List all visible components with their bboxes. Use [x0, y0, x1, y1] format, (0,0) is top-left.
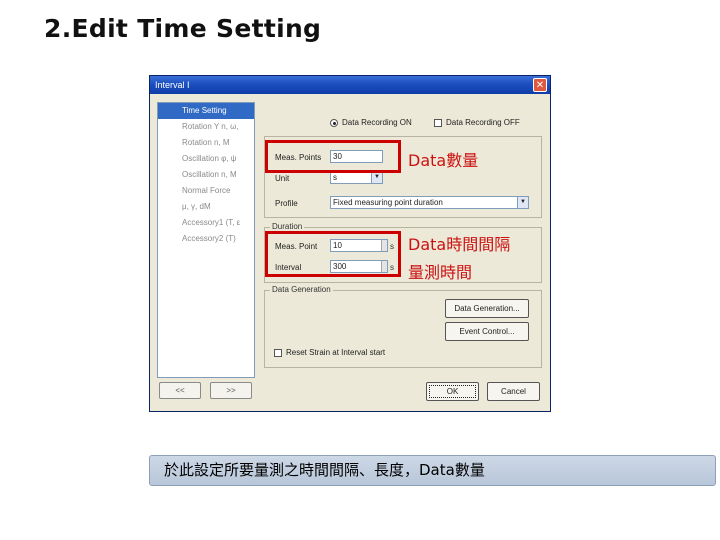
unit-select-value: s	[333, 173, 337, 182]
settings-nav-list: Time Setting Rotation Y n, ω, Rotation n…	[157, 102, 255, 378]
highlight-meas-points	[265, 140, 401, 173]
nav-item-rotation-y[interactable]: Rotation Y n, ω,	[158, 119, 254, 135]
nav-item-accessory2[interactable]: Accessory2 (T)	[158, 231, 254, 247]
nav-next-button[interactable]: >>	[210, 382, 252, 399]
nav-item-time-setting[interactable]: Time Setting	[158, 103, 254, 119]
slide-title: 2.Edit Time Setting	[44, 14, 322, 43]
ok-button[interactable]: OK	[426, 382, 479, 401]
recording-on-radio[interactable]	[330, 118, 338, 127]
cancel-button[interactable]: Cancel	[487, 382, 540, 401]
event-control-button[interactable]: Event Control...	[445, 322, 529, 341]
nav-item-rotation-m[interactable]: Rotation n, M	[158, 135, 254, 151]
annotation-measure-time: 量測時間	[408, 263, 473, 282]
profile-select-value: Fixed measuring point duration	[333, 198, 443, 207]
recording-off-label: Data Recording OFF	[446, 118, 520, 127]
unit-label: Unit	[275, 174, 290, 183]
duration-group-label: Duration	[270, 222, 305, 231]
recording-on-label: Data Recording ON	[342, 118, 412, 127]
profile-select[interactable]: Fixed measuring point duration ▼	[330, 196, 529, 209]
nav-item-oscillation-phi[interactable]: Oscillation φ, ψ	[158, 151, 254, 167]
profile-label: Profile	[275, 199, 298, 208]
annotation-data-count: Data數量	[408, 151, 479, 170]
annotation-data-interval: Data時間間隔	[408, 235, 511, 254]
recording-off-checkbox[interactable]	[434, 118, 442, 127]
highlight-duration	[265, 231, 401, 277]
close-icon[interactable]: ✕	[533, 78, 547, 92]
nav-prev-button[interactable]: <<	[159, 382, 201, 399]
chevron-down-icon[interactable]: ▼	[371, 172, 382, 183]
data-generation-button[interactable]: Data Generation...	[445, 299, 529, 318]
nav-item-accessory1[interactable]: Accessory1 (T, ε	[158, 215, 254, 231]
dialog-title: Interval I	[155, 80, 190, 90]
data-generation-group-label: Data Generation	[270, 285, 333, 294]
chevron-down-icon[interactable]: ▼	[517, 197, 528, 208]
nav-item-normal-force[interactable]: Normal Force	[158, 183, 254, 199]
reset-strain-checkbox[interactable]	[274, 348, 282, 357]
reset-strain-label: Reset Strain at Interval start	[286, 348, 386, 357]
recording-off-option[interactable]: Data Recording OFF	[434, 118, 520, 127]
dialog-titlebar: Interval I ✕	[150, 76, 550, 94]
reset-strain-option[interactable]: Reset Strain at Interval start	[274, 348, 385, 357]
caption-text: 於此設定所要量測之時間間隔、長度，Data數量	[164, 461, 485, 479]
nav-item-oscillation-m[interactable]: Oscillation n, M	[158, 167, 254, 183]
recording-on-option[interactable]: Data Recording ON	[330, 118, 412, 127]
caption-bar: 於此設定所要量測之時間間隔、長度，Data數量	[149, 455, 716, 486]
nav-item-mu-gamma[interactable]: μ, γ, dM	[158, 199, 254, 215]
